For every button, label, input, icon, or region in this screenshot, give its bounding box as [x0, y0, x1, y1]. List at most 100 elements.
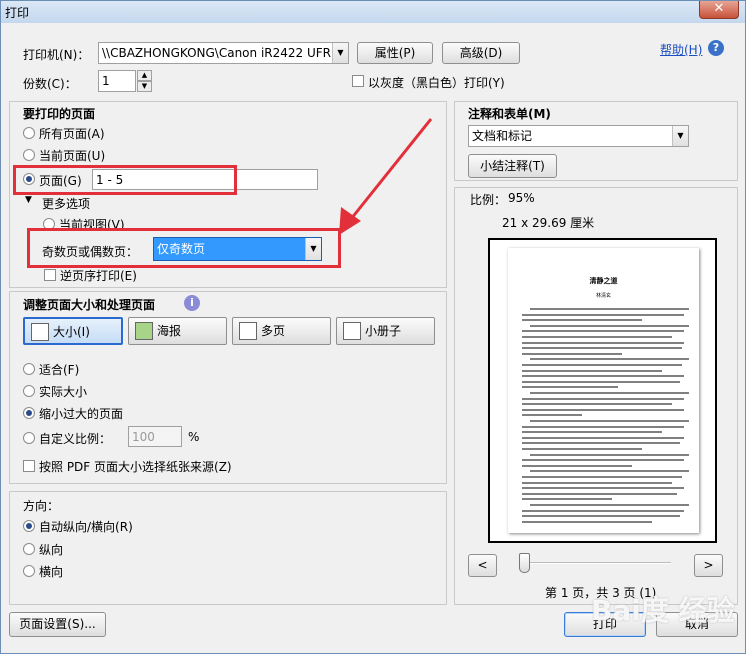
preview-text-line: [522, 403, 672, 406]
preview-text-line: [522, 442, 680, 445]
multiple-button[interactable]: 多页: [232, 317, 331, 345]
help-link[interactable]: 帮助(H): [660, 41, 702, 58]
fit-label: 适合(F): [39, 363, 80, 377]
preview-text-line: [530, 324, 689, 327]
printer-select[interactable]: \\CBAZHONGKONG\Canon iR2422 UFRII LT ▼: [98, 42, 349, 64]
preview-text-line: [522, 459, 684, 462]
grayscale-checkbox[interactable]: [352, 75, 364, 87]
preview-text-line: [522, 375, 684, 378]
preview-text-line: [530, 453, 689, 456]
info-icon[interactable]: i: [184, 295, 200, 311]
landscape-label: 横向: [39, 565, 64, 579]
size-button-label: 大小(I): [53, 325, 90, 339]
custom-scale-input[interactable]: 100: [128, 426, 182, 447]
page-slider-thumb[interactable]: [519, 553, 530, 573]
preview-text-line: [522, 414, 582, 417]
current-page-label: 当前页面(U): [39, 149, 106, 163]
portrait-radio[interactable]: [23, 543, 35, 555]
pages-heading: 要打印的页面: [23, 107, 96, 121]
page-setup-button[interactable]: 页面设置(S)...: [9, 612, 106, 637]
preview-text-line: [530, 470, 689, 473]
close-button[interactable]: ✕: [699, 1, 739, 19]
preview-text-line: [530, 504, 689, 506]
properties-button[interactable]: 属性(P): [357, 42, 433, 64]
preview-text-line: [522, 498, 612, 501]
page-preview: 清静之道 林清玄: [488, 238, 717, 543]
all-pages-label: 所有页面(A): [39, 127, 105, 141]
preview-text-line: [530, 308, 689, 310]
preview-text-line: [522, 319, 642, 322]
preview-text-line: [522, 341, 684, 344]
more-options-label[interactable]: 更多选项: [42, 195, 90, 212]
preview-text-line: [522, 408, 684, 411]
preview-text-line: [522, 515, 680, 518]
preview-text-line: [522, 448, 642, 450]
preview-text-line: [530, 420, 689, 422]
booklet-button-label: 小册子: [365, 324, 402, 338]
auto-orientation-radio[interactable]: [23, 520, 35, 532]
preview-text-line: [522, 347, 682, 350]
reverse-order-label: 逆页序打印(E): [60, 269, 137, 283]
preview-text-line: [522, 481, 672, 484]
preview-text-line: [522, 464, 632, 467]
reverse-order-checkbox[interactable]: [44, 269, 56, 281]
preview-paper: 清静之道 林清玄: [508, 248, 699, 533]
copies-value: 1: [102, 74, 110, 88]
copies-label: 份数(C)：: [23, 77, 77, 91]
preview-text-line: [522, 313, 684, 316]
auto-orientation-label: 自动纵向/横向(R): [39, 520, 133, 534]
landscape-radio[interactable]: [23, 565, 35, 577]
baidu-watermark: Bai度 经验: [591, 594, 735, 627]
current-page-radio[interactable]: [23, 149, 35, 161]
preview-text-line: [522, 520, 652, 523]
page-slider-track[interactable]: [523, 562, 671, 564]
help-icon[interactable]: ?: [708, 40, 724, 56]
sizing-heading: 调整页面大小和处理页面: [23, 298, 156, 312]
next-page-button[interactable]: >: [694, 554, 723, 577]
poster-button[interactable]: 海报: [128, 317, 227, 345]
comments-selected-value: 文档和标记: [472, 129, 533, 143]
triangle-down-icon[interactable]: ▼: [25, 195, 32, 205]
grayscale-label: 以灰度（黑白色）打印(Y): [368, 76, 505, 90]
preview-text-line: [522, 509, 684, 512]
actual-size-label: 实际大小: [39, 385, 88, 399]
preview-doc-author: 林清玄: [595, 293, 611, 299]
size-button[interactable]: 大小(I): [23, 317, 123, 345]
actual-size-radio[interactable]: [23, 385, 35, 397]
scale-label: 比例：: [470, 193, 507, 207]
poster-button-label: 海报: [157, 324, 182, 338]
preview-text-line: [522, 425, 684, 428]
summarize-comments-button[interactable]: 小结注释(T): [468, 154, 557, 178]
printer-selected-value: \\CBAZHONGKONG\Canon iR2422 UFRII LT: [102, 46, 349, 60]
multiple-pages-icon: [239, 322, 257, 340]
copies-input[interactable]: 1: [98, 70, 136, 92]
fit-radio[interactable]: [23, 363, 35, 375]
shrink-radio[interactable]: [23, 407, 35, 419]
preview-text-line: [522, 330, 684, 333]
custom-scale-radio[interactable]: [23, 432, 35, 444]
scale-value: 95%: [508, 191, 535, 205]
booklet-button[interactable]: 小册子: [336, 317, 435, 345]
custom-scale-value: 100: [132, 430, 155, 444]
printer-label: 打印机(N)：: [23, 48, 90, 62]
annotation-box-page-range: [13, 165, 237, 195]
preview-text-line: [522, 336, 672, 338]
annotation-box-odd-even: [27, 228, 341, 268]
percent-label: %: [188, 430, 200, 444]
chevron-down-icon: ▼: [672, 126, 688, 146]
copies-down-button[interactable]: ▼: [137, 81, 152, 92]
preview-text-line: [522, 380, 680, 383]
preview-text-line: [522, 369, 662, 372]
title-bar: 打印 ✕: [1, 1, 745, 23]
copies-up-button[interactable]: ▲: [137, 70, 152, 81]
window-title: 打印: [5, 6, 30, 20]
advanced-button[interactable]: 高级(D): [442, 42, 520, 64]
all-pages-radio[interactable]: [23, 127, 35, 139]
paper-source-checkbox[interactable]: [23, 460, 35, 472]
preview-text-line: [522, 397, 684, 400]
preview-text-line: [530, 392, 689, 394]
prev-page-button[interactable]: <: [468, 554, 497, 577]
chevron-down-icon: ▼: [332, 43, 348, 63]
comments-select[interactable]: 文档和标记 ▼: [468, 125, 689, 147]
comments-heading: 注释和表单(M): [468, 107, 551, 121]
